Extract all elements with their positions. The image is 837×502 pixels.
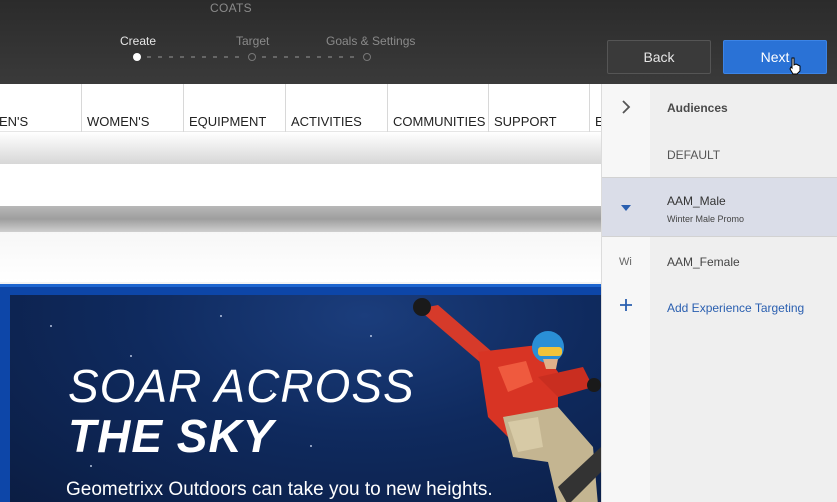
audience-male-experience: Winter Male Promo	[667, 214, 745, 224]
progress-dash	[213, 56, 217, 58]
hero-image: SOAR ACROSS THE SKY Geometrixx Outdoors …	[10, 295, 601, 502]
activity-title: COATS	[210, 1, 252, 15]
targeting-panel: Audiences DEFAULT AAM_Male Winter Male P…	[601, 84, 837, 502]
site-nav-women[interactable]: WOMEN'S	[81, 84, 149, 132]
audience-male-label: AAM_Male	[667, 194, 726, 208]
snow-particle	[50, 325, 52, 327]
progress-dash	[180, 56, 184, 58]
caret-down-icon[interactable]	[620, 204, 632, 212]
step-goals-settings[interactable]: Goals & Settings	[326, 34, 415, 48]
gray-divider	[0, 206, 601, 232]
content-band	[0, 164, 601, 206]
snow-particle	[220, 315, 222, 317]
audience-default-label: DEFAULT	[667, 148, 721, 162]
progress-dash	[147, 56, 151, 58]
progress-dash	[350, 56, 354, 58]
audience-item-aam-male[interactable]: AAM_Male Winter Male Promo	[602, 177, 837, 237]
progress-dash	[273, 56, 277, 58]
top-toolbar: COATS Create Target Goals & Settings Bac…	[0, 0, 837, 84]
snowboarder-image	[413, 298, 601, 502]
hero-headline-line2: THE SKY	[68, 410, 275, 462]
plus-icon[interactable]	[619, 298, 633, 312]
step-dot-goals	[363, 53, 371, 61]
back-button[interactable]: Back	[607, 40, 711, 74]
site-nav-men[interactable]: EN'S	[0, 84, 28, 132]
progress-dash	[295, 56, 299, 58]
website-preview: EN'S WOMEN'S EQUIPMENT ACTIVITIES COMMUN…	[0, 84, 601, 502]
progress-dash	[284, 56, 288, 58]
site-nav-support[interactable]: SUPPORT	[488, 84, 557, 132]
audience-item-default[interactable]: DEFAULT	[602, 130, 837, 176]
step-create[interactable]: Create	[120, 34, 156, 48]
audiences-header[interactable]: Audiences	[602, 84, 837, 130]
progress-dash	[328, 56, 332, 58]
hand-cursor-icon	[789, 57, 801, 75]
snow-particle	[370, 335, 372, 337]
snow-particle	[310, 445, 312, 447]
snow-particle	[90, 465, 92, 467]
hero-subtitle: Geometrixx Outdoors can take you to new …	[66, 479, 493, 500]
next-button[interactable]: Next	[723, 40, 827, 74]
hero-headline-line1: SOAR ACROSS	[68, 360, 415, 412]
progress-dash	[339, 56, 343, 58]
snow-particle	[130, 355, 132, 357]
site-nav-equipment[interactable]: EQUIPMENT	[183, 84, 266, 132]
site-nav-activities[interactable]: ACTIVITIES	[285, 84, 362, 132]
progress-dash	[224, 56, 228, 58]
add-experience-targeting[interactable]: Add Experience Targeting	[602, 283, 837, 329]
audience-item-aam-female[interactable]: Wi AAM_Female	[602, 237, 837, 283]
step-progress-track	[131, 52, 381, 62]
step-dot-create	[133, 53, 141, 61]
step-target[interactable]: Target	[236, 34, 269, 48]
content-band	[0, 232, 601, 282]
chevron-right-icon[interactable]	[621, 100, 631, 114]
step-dot-target	[248, 53, 256, 61]
progress-dash	[191, 56, 195, 58]
audience-female-label: AAM_Female	[667, 255, 740, 269]
add-experience-targeting-label[interactable]: Add Experience Targeting	[667, 301, 804, 315]
hero-banner[interactable]: SOAR ACROSS THE SKY Geometrixx Outdoors …	[0, 284, 601, 502]
audiences-label: Audiences	[667, 101, 728, 115]
shadow-band	[0, 132, 601, 164]
audience-female-experience-truncated: Wi	[619, 256, 632, 268]
progress-dash	[262, 56, 266, 58]
progress-dash	[169, 56, 173, 58]
progress-dash	[235, 56, 239, 58]
progress-dash	[202, 56, 206, 58]
progress-dash	[317, 56, 321, 58]
site-nav-more[interactable]: E	[589, 84, 601, 132]
progress-dash	[306, 56, 310, 58]
site-nav-communities[interactable]: COMMUNITIES	[387, 84, 485, 132]
progress-dash	[158, 56, 162, 58]
site-navbar: EN'S WOMEN'S EQUIPMENT ACTIVITIES COMMUN…	[0, 84, 601, 132]
